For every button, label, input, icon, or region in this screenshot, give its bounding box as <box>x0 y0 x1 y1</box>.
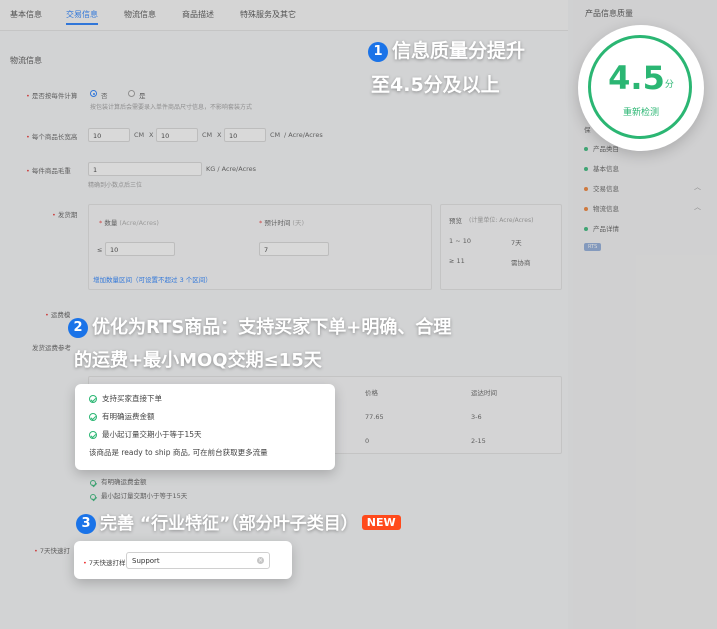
new-badge: NEW <box>361 515 401 530</box>
industry-input-value: Support <box>132 557 160 565</box>
check-circle-icon <box>89 395 97 403</box>
rts-criteria-text: 支持买家直接下单 <box>102 394 162 403</box>
score-unit: 分 <box>664 80 674 90</box>
rts-criteria-card: 支持买家直接下单 有明确运费金额 最小起订量交期小于等于15天 该商品是 rea… <box>75 384 335 470</box>
industry-input[interactable]: Support × <box>126 552 270 569</box>
score-value: 4.5分 <box>578 59 704 97</box>
page: 基本信息 交易信息 物流信息 商品描述 特殊服务及其它 物流信息 • 是否按每件计… <box>0 0 717 629</box>
headline-1-line1: 信息质量分提升 <box>392 40 526 62</box>
headline-1: 1 信息质量分提升 <box>368 36 525 63</box>
headline-3-text: 完善 “行业特征”（部分叶子类目） <box>100 514 358 534</box>
rts-criteria-text: 最小起订量交期小于等于15天 <box>102 430 202 439</box>
recheck-button[interactable]: 重新检测 <box>578 105 704 118</box>
headline-3: 3 完善 “行业特征”（部分叶子类目） NEW <box>76 509 401 534</box>
industry-label-text: 7天快速打样: <box>88 559 128 567</box>
industry-feature-card: • 7天快速打样: Support × <box>74 541 292 579</box>
rts-criteria-text: 有明确运费金额 <box>102 412 155 421</box>
step-number: 3 <box>76 514 96 534</box>
rts-note: 该商品是 ready to ship 商品, 可在前台获取更多流量 <box>89 448 268 457</box>
quality-score-badge: 4.5分 重新检测 <box>578 25 704 151</box>
step-number: 1 <box>368 42 388 62</box>
check-circle-icon <box>89 431 97 439</box>
clear-icon[interactable]: × <box>257 557 264 564</box>
headline-2-line2: 的运费+最小MOQ交期≤15天 <box>74 350 322 371</box>
step-number: 2 <box>68 318 88 338</box>
headline-2: 2 优化为RTS商品：支持买家下单+明确、合理 <box>68 313 451 339</box>
rts-criteria-item: 有明确运费金额 <box>89 411 155 422</box>
headline-1-line2: 至4.5分及以上 <box>371 74 500 96</box>
check-circle-icon <box>89 413 97 421</box>
score-number: 4.5 <box>608 59 665 97</box>
headline-2-line1: 优化为RTS商品：支持买家下单+明确、合理 <box>92 317 452 338</box>
rts-criteria-item: 支持买家直接下单 <box>89 393 162 404</box>
rts-criteria-item: 最小起订量交期小于等于15天 <box>89 429 202 440</box>
industry-label: • 7天快速打样: <box>83 557 128 567</box>
